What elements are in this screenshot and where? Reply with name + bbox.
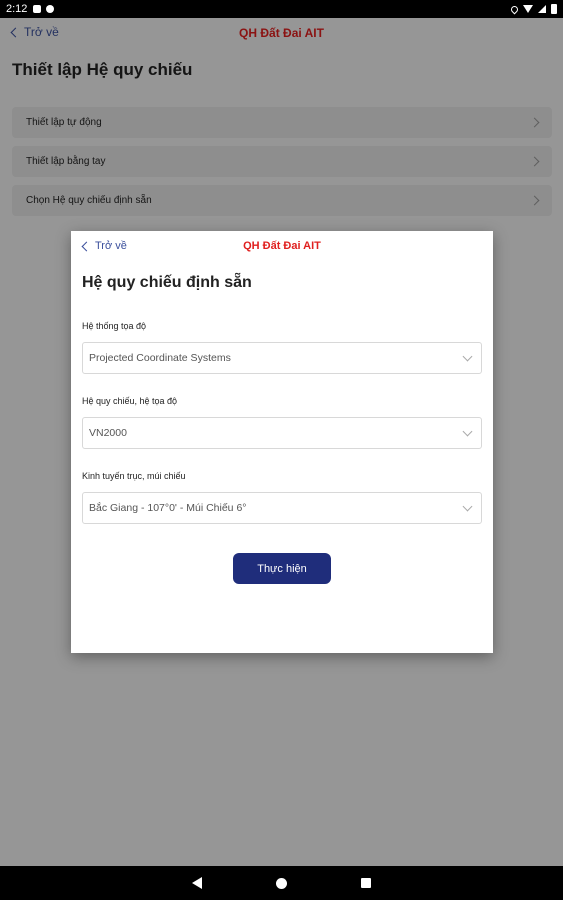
dialog-app-title: QH Đất Đai AIT xyxy=(243,240,321,252)
system-nav-bar xyxy=(0,866,563,900)
location-icon xyxy=(509,4,520,14)
meridian-zone-select[interactable]: Bắc Giang - 107°0' - Múi Chiếu 6° xyxy=(82,492,482,524)
chevron-down-icon xyxy=(462,501,473,511)
coordinate-system-select[interactable]: Projected Coordinate Systems xyxy=(82,342,482,374)
coordinate-system-label: Hệ thống tọa độ xyxy=(82,321,147,331)
reference-system-select[interactable]: VN2000 xyxy=(82,417,482,449)
chevron-down-icon xyxy=(462,351,473,361)
select-value: VN2000 xyxy=(89,427,127,439)
meridian-zone-label: Kinh tuyến trục, múi chiếu xyxy=(82,471,186,481)
status-bar: 2:12 xyxy=(0,0,563,18)
select-value: Bắc Giang - 107°0' - Múi Chiếu 6° xyxy=(89,502,247,514)
preset-reference-dialog: Trở về QH Đất Đai AIT Hệ quy chiếu định … xyxy=(71,231,493,653)
signal-icon xyxy=(538,5,546,13)
reference-system-label: Hệ quy chiếu, hệ tọa độ xyxy=(82,396,178,406)
wifi-icon xyxy=(523,5,533,13)
sim-card-icon xyxy=(33,5,42,13)
dialog-title: Hệ quy chiếu định sẵn xyxy=(82,274,252,291)
submit-button[interactable]: Thực hiện xyxy=(233,553,331,584)
nav-back-icon[interactable] xyxy=(192,877,202,889)
chevron-down-icon xyxy=(462,426,473,436)
select-value: Projected Coordinate Systems xyxy=(89,352,231,364)
status-time: 2:12 xyxy=(6,3,28,15)
no-sync-icon xyxy=(46,5,55,13)
nav-recents-icon[interactable] xyxy=(361,878,371,888)
nav-home-icon[interactable] xyxy=(276,877,287,889)
battery-icon xyxy=(551,4,557,14)
